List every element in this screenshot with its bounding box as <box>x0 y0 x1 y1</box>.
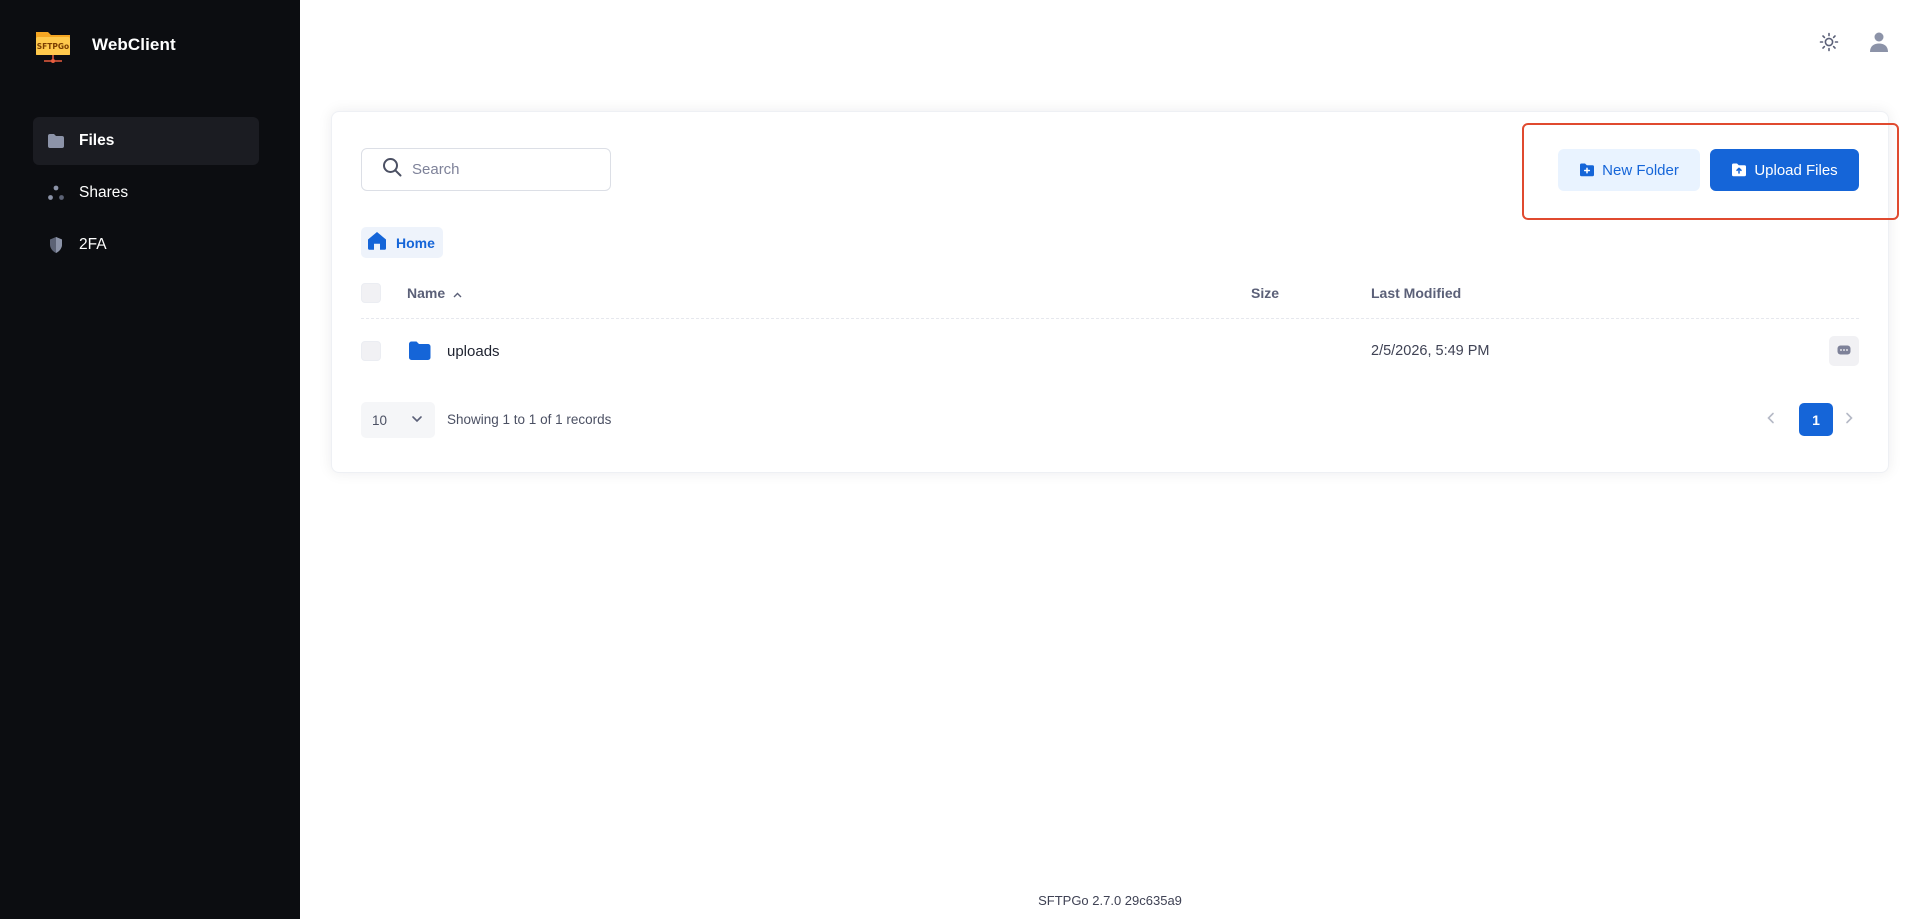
footer-version: SFTPGo 2.7.0 29c635a9 <box>1038 893 1182 908</box>
folder-icon <box>47 132 65 150</box>
column-header-name[interactable]: Name <box>407 285 462 301</box>
table-header: Name Size Last Modified <box>361 267 1859 319</box>
app-name: WebClient <box>92 35 176 54</box>
chevron-left-icon <box>1766 411 1776 429</box>
share-icon <box>47 184 65 202</box>
new-folder-label: New Folder <box>1602 161 1679 179</box>
more-icon <box>1837 342 1851 360</box>
search-box[interactable] <box>361 148 611 191</box>
sidebar: SFTPGo WebClient Files Shares 2FA <box>0 0 300 919</box>
page-size-value: 10 <box>372 412 388 428</box>
upload-files-button[interactable]: Upload Files <box>1710 149 1859 191</box>
sidebar-item-2fa[interactable]: 2FA <box>33 221 259 269</box>
file-modified: 2/5/2026, 5:49 PM <box>1371 343 1490 359</box>
sidebar-item-label: Shares <box>79 184 129 201</box>
records-info: Showing 1 to 1 of 1 records <box>447 412 612 427</box>
breadcrumb-home[interactable]: Home <box>361 227 443 258</box>
breadcrumb-label: Home <box>396 234 435 251</box>
row-actions-button[interactable] <box>1829 336 1859 366</box>
shield-icon <box>47 236 65 254</box>
sidebar-nav: Files Shares 2FA <box>33 117 259 273</box>
search-icon <box>382 157 402 182</box>
sidebar-item-label: Files <box>79 132 115 149</box>
table-row[interactable]: uploads 2/5/2026, 5:49 PM <box>361 319 1859 383</box>
column-header-modified[interactable]: Last Modified <box>1371 285 1461 301</box>
home-icon <box>367 231 387 255</box>
sftpgo-logo: SFTPGo <box>34 26 72 64</box>
row-checkbox[interactable] <box>361 341 381 361</box>
previous-page-button[interactable] <box>1759 408 1783 432</box>
chevron-down-icon <box>411 413 423 428</box>
folder-icon <box>408 341 431 365</box>
page-1-button[interactable]: 1 <box>1799 403 1833 436</box>
files-card: New Folder Upload Files Home Name Size L… <box>331 111 1899 473</box>
new-folder-button[interactable]: New Folder <box>1558 149 1700 191</box>
column-header-size[interactable]: Size <box>1251 285 1279 301</box>
svg-text:SFTPGo: SFTPGo <box>37 42 69 51</box>
pagination: 10 Showing 1 to 1 of 1 records 1 <box>361 402 1859 438</box>
file-name-link[interactable]: uploads <box>447 343 500 360</box>
theme-toggle-button[interactable] <box>1817 32 1841 56</box>
user-menu-button[interactable] <box>1867 32 1891 56</box>
folder-plus-icon <box>1579 162 1595 178</box>
brand[interactable]: SFTPGo WebClient <box>34 26 176 64</box>
column-name-label: Name <box>407 285 446 301</box>
search-input[interactable] <box>412 161 592 178</box>
sun-icon <box>1819 32 1839 57</box>
select-all-checkbox[interactable] <box>361 283 381 303</box>
sidebar-item-shares[interactable]: Shares <box>33 169 259 217</box>
sidebar-item-label: 2FA <box>79 236 107 253</box>
user-icon <box>1869 31 1889 58</box>
sidebar-item-files[interactable]: Files <box>33 117 259 165</box>
next-page-button[interactable] <box>1837 408 1861 432</box>
upload-folder-icon <box>1731 162 1747 178</box>
sort-asc-icon <box>453 285 462 301</box>
page-size-select[interactable]: 10 <box>361 402 435 438</box>
chevron-right-icon <box>1844 411 1854 429</box>
upload-files-label: Upload Files <box>1754 161 1838 179</box>
